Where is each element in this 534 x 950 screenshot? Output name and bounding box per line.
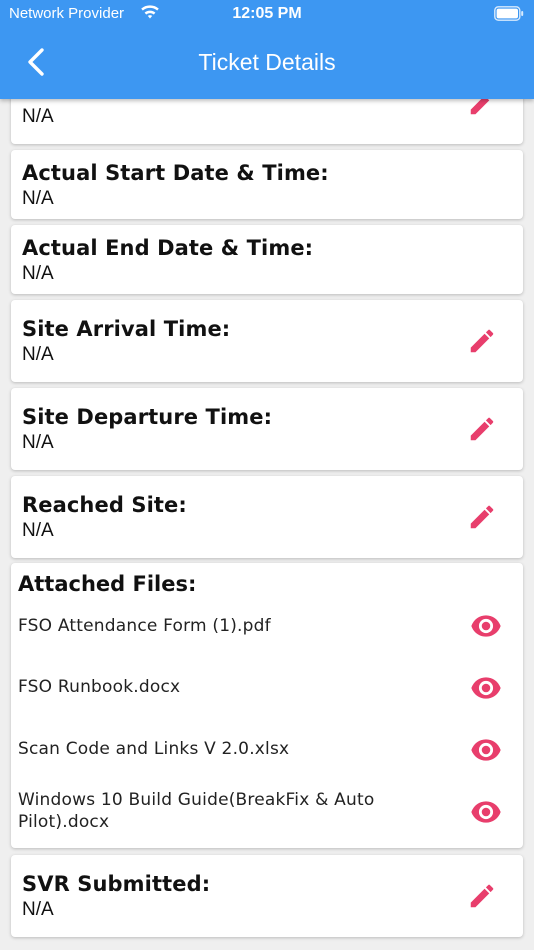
- site-departure-value: N/A: [22, 432, 54, 453]
- edit-icon[interactable]: [467, 881, 497, 911]
- reached-site-value: N/A: [22, 520, 54, 541]
- actual-start-value: N/A: [22, 188, 54, 209]
- site-arrival-card: Site Arrival Time: N/A: [11, 300, 523, 382]
- actual-end-value: N/A: [22, 263, 54, 284]
- attached-files-label: Attached Files:: [18, 572, 197, 596]
- reached-site-card: Reached Site: N/A: [11, 476, 523, 558]
- nav-header: Network Provider 12:05 PM Ticket Details: [0, 0, 534, 99]
- status-time: 12:05 PM: [232, 5, 302, 22]
- page-title: Ticket Details: [198, 49, 336, 75]
- edit-icon[interactable]: [467, 414, 497, 444]
- ticket-details-screen: N/A Actual Start Date & Time: N/A Actual…: [0, 0, 534, 950]
- file-name: FSO Attendance Form (1).pdf: [18, 616, 271, 636]
- battery-icon: [494, 6, 524, 21]
- site-departure-card: Site Departure Time: N/A: [11, 388, 523, 470]
- actual-start-card: Actual Start Date & Time: N/A: [11, 150, 523, 219]
- actual-start-label: Actual Start Date & Time:: [22, 161, 329, 185]
- file-name: FSO Runbook.docx: [18, 677, 181, 697]
- attached-files-card: Attached Files: FSO Attendance Form (1).…: [11, 563, 523, 848]
- actual-end-card: Actual End Date & Time: N/A: [11, 225, 523, 294]
- edit-icon[interactable]: [467, 502, 497, 532]
- site-arrival-value: N/A: [22, 344, 54, 365]
- edit-icon[interactable]: [467, 326, 497, 356]
- view-file-eye-icon[interactable]: [470, 676, 502, 700]
- site-arrival-label: Site Arrival Time:: [22, 317, 231, 341]
- view-file-eye-icon[interactable]: [470, 614, 502, 638]
- reached-site-label: Reached Site:: [22, 493, 187, 517]
- view-file-eye-icon[interactable]: [470, 738, 502, 762]
- actual-end-label: Actual End Date & Time:: [22, 236, 314, 260]
- partial-field-value: N/A: [22, 106, 54, 127]
- svr-submitted-label: SVR Submitted:: [22, 872, 211, 896]
- status-bar: Network Provider 12:05 PM: [0, 0, 534, 30]
- svr-submitted-card: SVR Submitted: N/A: [11, 855, 523, 937]
- file-name: Scan Code and Links V 2.0.xlsx: [18, 739, 290, 759]
- svr-submitted-value: N/A: [22, 899, 54, 920]
- view-file-eye-icon[interactable]: [470, 800, 502, 824]
- file-name: Windows 10 Build Guide(BreakFix & Auto P…: [18, 790, 375, 832]
- site-departure-label: Site Departure Time:: [22, 405, 273, 429]
